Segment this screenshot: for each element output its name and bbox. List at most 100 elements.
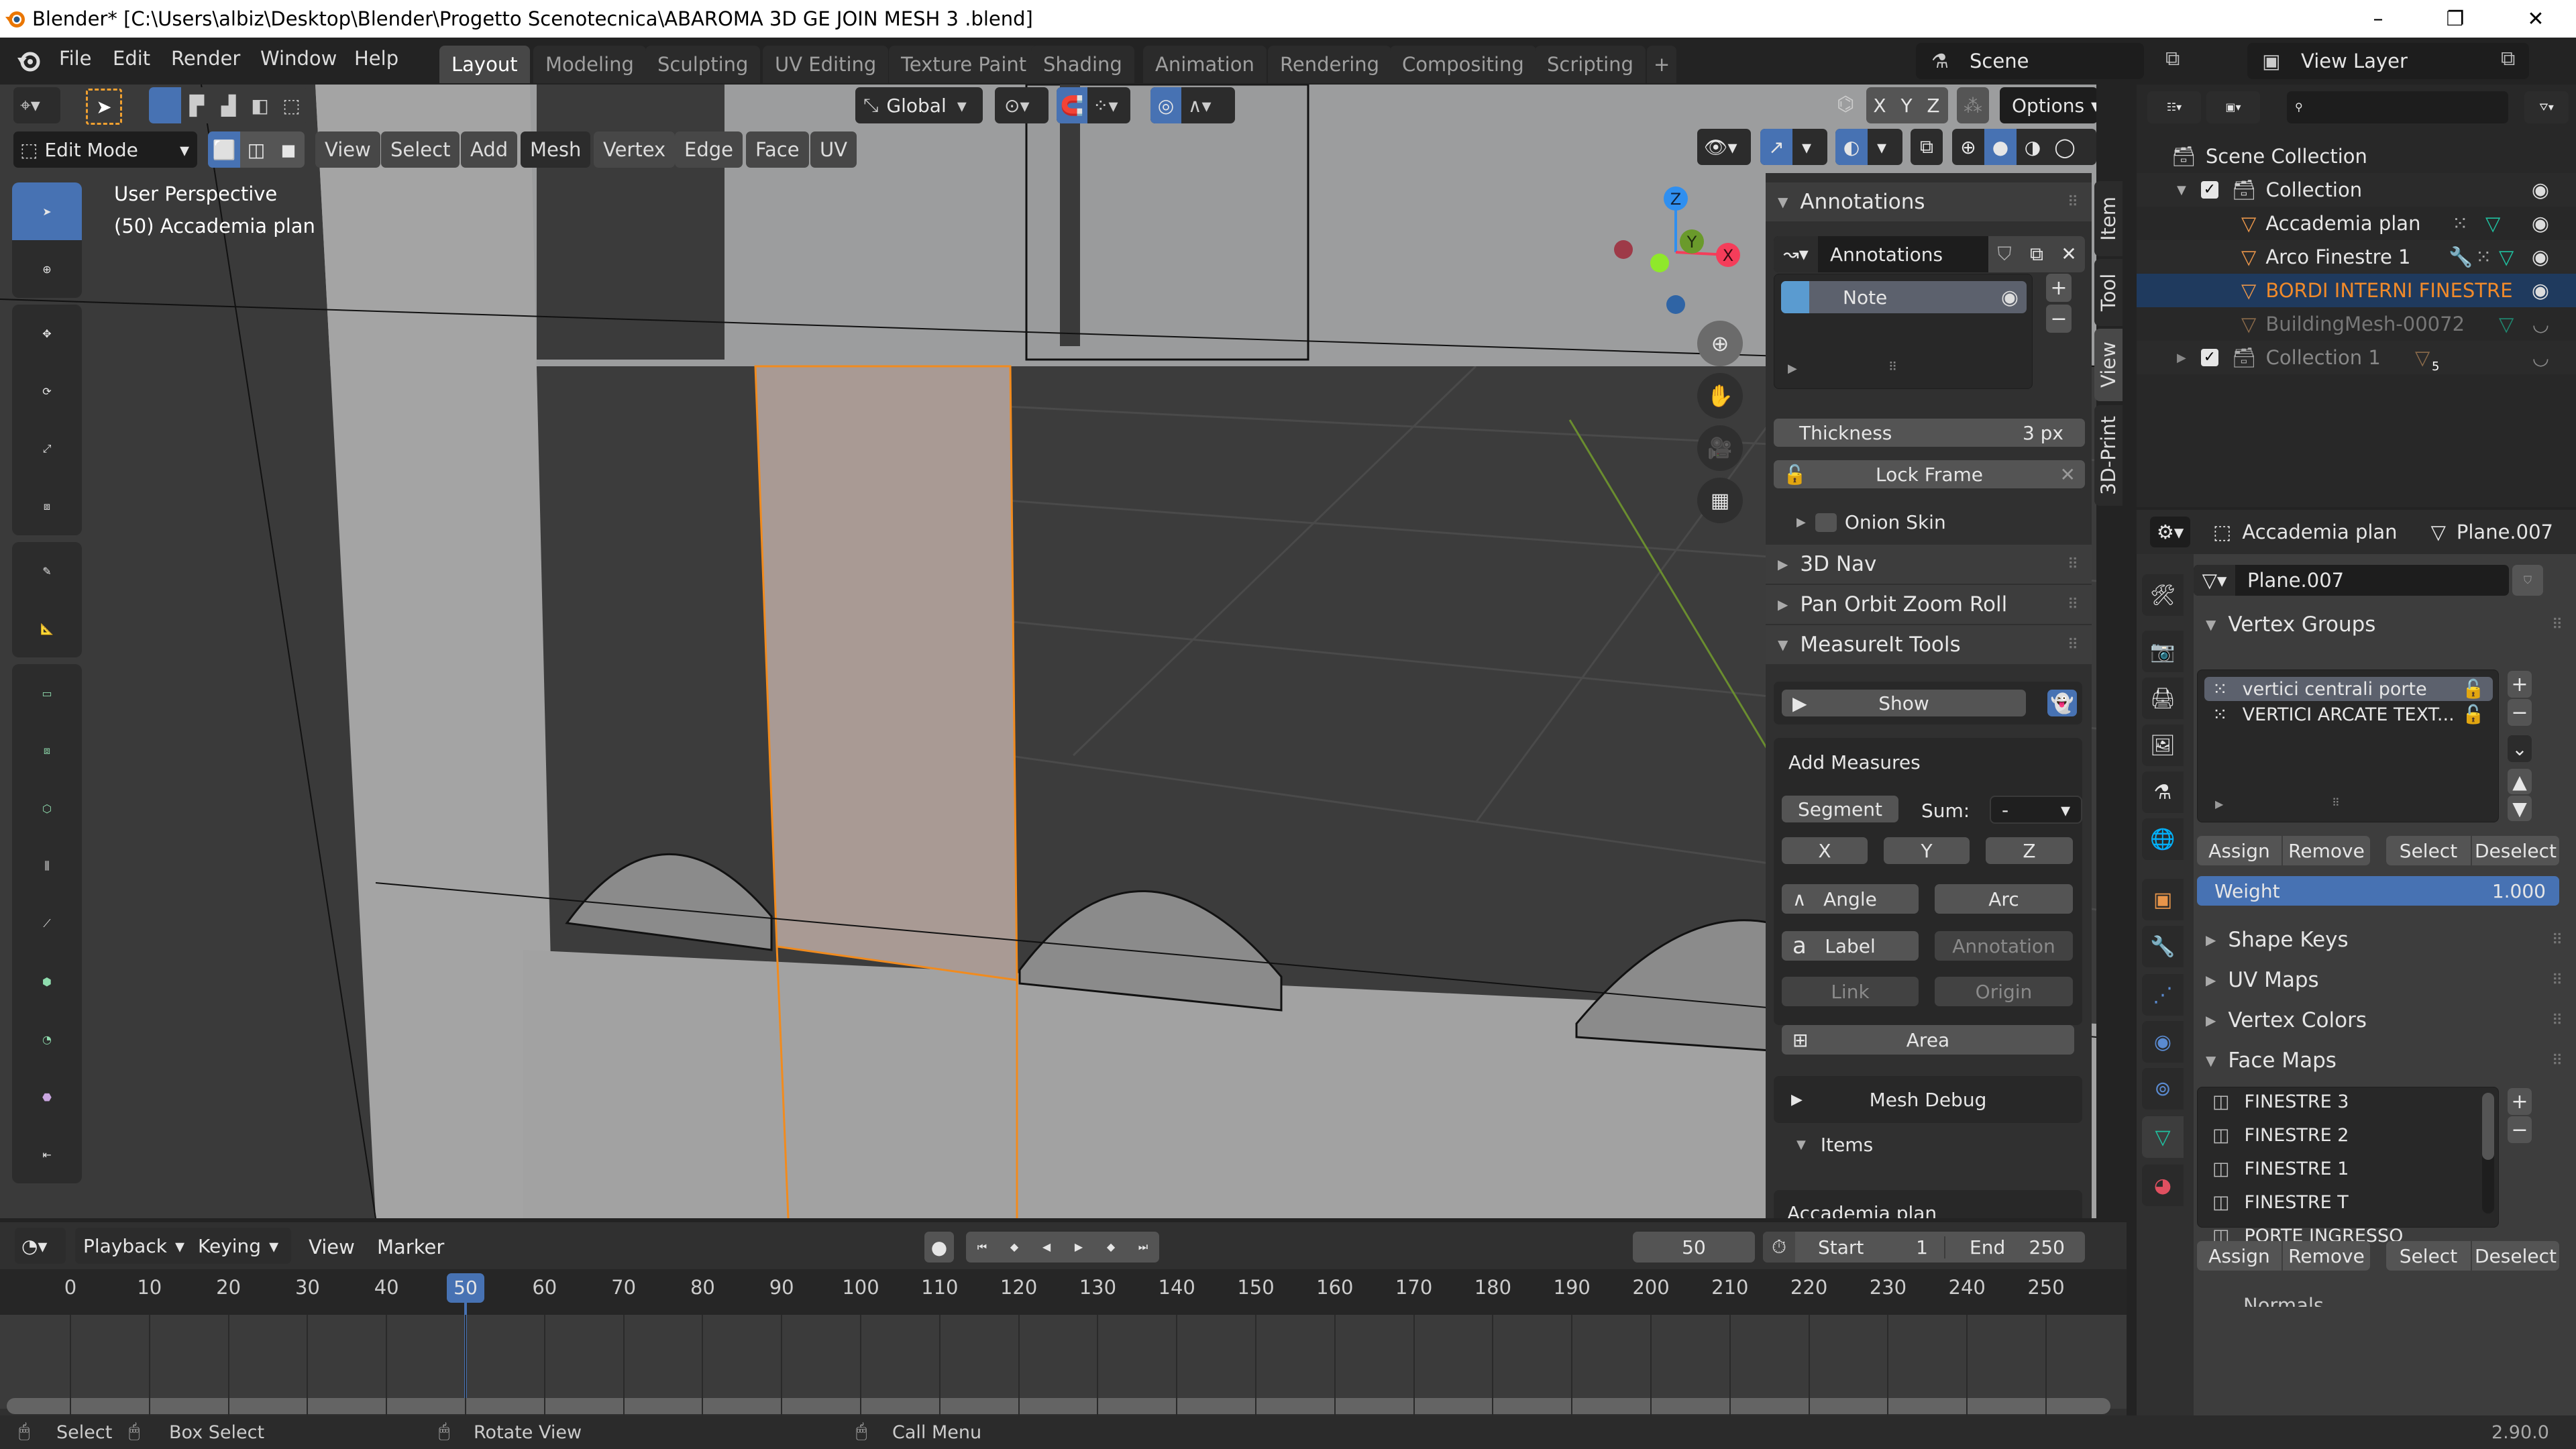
eye-closed-icon[interactable]: ◡ (2532, 346, 2549, 369)
timeline-track-area[interactable] (0, 1315, 2127, 1409)
mirror-y-toggle[interactable]: Y (1893, 95, 1920, 117)
spin-tool-icon[interactable]: ◔ (12, 1010, 82, 1068)
checkbox-icon[interactable]: ✓ (2200, 349, 2218, 366)
measure-y-button[interactable]: Y (1884, 837, 1970, 864)
move-tool-icon[interactable]: ✥ (12, 305, 82, 362)
sum-dropdown[interactable]: - ▾ (1990, 796, 2082, 824)
outliner-search-input[interactable]: ⚲ (2287, 91, 2508, 123)
timeline-editor-type[interactable]: ◔▾ (15, 1228, 66, 1264)
select-box-tool-icon[interactable]: ➤ (12, 182, 82, 240)
npanel-tab-item[interactable]: Item (2094, 181, 2123, 256)
menu-render[interactable]: Render (171, 47, 240, 70)
link-button[interactable]: Link (1782, 977, 1919, 1006)
current-frame-field[interactable]: 50 (1633, 1232, 1755, 1263)
onion-skin-row[interactable]: ▶ Onion Skin (1796, 511, 1946, 533)
topology-mirror-icon[interactable]: ⁂ (1957, 87, 1989, 123)
timeline-scrollbar[interactable] (7, 1398, 2110, 1414)
add-workspace-button[interactable]: + (1647, 46, 1677, 83)
proportional-editing-toggle[interactable]: ◎ ∧▾ (1150, 87, 1235, 123)
bevel-tool-icon[interactable]: ⬡ (12, 780, 82, 837)
menu-playback[interactable]: Playback (75, 1235, 175, 1257)
snap-target-icon[interactable]: ⁘▾ (1093, 95, 1118, 117)
vg-remove-button[interactable]: Remove (2283, 836, 2370, 865)
tab-texture-paint[interactable]: Texture Paint (889, 46, 1039, 83)
outliner-row-accademia-plan[interactable]: ▽ Accademia plan ⁙ ▽ ◉ (2137, 207, 2576, 240)
measure-x-button[interactable]: X (1782, 837, 1868, 864)
rotate-tool-icon[interactable]: ⟳ (12, 362, 82, 420)
view-layer-filter-icon[interactable]: ▣▾ (2206, 91, 2260, 123)
measureit-panel-header[interactable]: ▼ MeasureIt Tools ⠿ (1766, 625, 2092, 664)
outliner-row-collection[interactable]: ▼ ✓ 🗃 Collection ◉ (2137, 173, 2576, 207)
mirror-x-toggle[interactable]: X (1866, 95, 1893, 117)
measure-tool-icon[interactable]: 📐 (12, 600, 82, 657)
world-tab-icon[interactable]: 🌐 (2142, 818, 2184, 860)
move-up-icon[interactable]: ▲ (2508, 769, 2532, 794)
extrude-region-tool-icon[interactable]: ▭ (12, 664, 82, 722)
scene-tab-icon[interactable]: ⚗ (2142, 771, 2184, 813)
physics-tab-icon[interactable]: ◉ (2142, 1021, 2184, 1063)
magnet-icon[interactable]: 🧲 (1057, 87, 1087, 123)
play-icon[interactable]: ▶ (1063, 1232, 1095, 1263)
constraints-tab-icon[interactable]: ⊚ (2142, 1068, 2184, 1110)
checkbox-icon[interactable]: ✓ (2200, 181, 2218, 199)
proportional-icon[interactable]: ◎ (1150, 87, 1181, 123)
view-layer-selector[interactable]: ▣ View Layer (2247, 43, 2529, 79)
drag-grip-icon[interactable]: ⠿ (2552, 932, 2563, 949)
eye-icon[interactable]: ◉ (2001, 286, 2019, 309)
particles-tab-icon[interactable]: ⋰ (2142, 974, 2184, 1016)
add-layer-button[interactable]: + (2046, 274, 2072, 302)
tab-scripting[interactable]: Scripting (1535, 46, 1646, 83)
overlays-icon[interactable]: ◐ (1835, 129, 1868, 165)
render-tab-icon[interactable]: 📷 (2142, 631, 2184, 672)
solid-shading-icon[interactable]: ● (1984, 129, 2017, 165)
pan-view-hand-icon[interactable]: ✋ (1697, 373, 1743, 419)
npanel-tab-tool[interactable]: Tool (2094, 259, 2123, 326)
expand-triangle-icon[interactable]: ▶ (1788, 362, 1797, 376)
vertex-group-row[interactable]: ⁙ VERTICI ARCATE TEXT... 🔓 (2204, 702, 2493, 727)
vertex-select-icon[interactable]: ⬜ (208, 131, 240, 168)
tab-animation[interactable]: Animation (1143, 46, 1267, 83)
blender-menu-icon[interactable] (15, 47, 42, 74)
vertex-groups-header[interactable]: ▼ Vertex Groups ⠿ (2194, 605, 2576, 644)
zoom-view-icon[interactable]: ⊕ (1697, 321, 1743, 366)
loop-cut-tool-icon[interactable]: ⫼ (12, 837, 82, 895)
onion-skin-checkbox[interactable] (1815, 513, 1837, 532)
new-scene-icon[interactable]: ⧉ (2165, 47, 2192, 76)
pivot-point-dropdown[interactable]: ⊙▾ (995, 87, 1049, 123)
viewport-menu-edge[interactable]: Edge (675, 131, 743, 168)
vertex-colors-header[interactable]: ▶ Vertex Colors ⠿ (2194, 1001, 2576, 1040)
tab-modeling[interactable]: Modeling (533, 46, 646, 83)
viewport-menu-add[interactable]: Add (461, 131, 518, 168)
outliner-scene-collection[interactable]: 🗃 Scene Collection (2137, 140, 2576, 173)
visibility-dropdown[interactable]: 👁▾ (1697, 129, 1751, 165)
menu-view[interactable]: View (309, 1236, 355, 1258)
overlays-toggle[interactable]: ◐ ▾ (1835, 129, 1902, 165)
unlock-icon[interactable]: 🔓 (2462, 678, 2485, 700)
mesh-debug-panel[interactable]: ▶ Mesh Debug (1774, 1076, 2082, 1123)
face-map-row[interactable]: ◫ FINESTRE 3 (2204, 1091, 2349, 1112)
expand-triangle-icon[interactable]: ▶ (2215, 798, 2223, 810)
select-mode-subtract-icon[interactable]: ▟ (213, 95, 244, 117)
mesh-data-icon[interactable]: ▽ (2485, 212, 2500, 235)
drag-grip-icon[interactable]: ⠿ (2552, 1012, 2563, 1029)
tool-settings-tab-icon[interactable]: 🛠 (2142, 574, 2184, 616)
drag-grip-icon[interactable]: ⠿ (2068, 194, 2078, 211)
camera-view-icon[interactable]: 🎥 (1697, 425, 1743, 471)
gizmo-neg-y[interactable] (1650, 254, 1669, 272)
show-measures-button[interactable]: ▶ Show (1782, 690, 2026, 716)
navigation-gizmo[interactable]: Z Y X (1597, 174, 1758, 322)
filter-funnel-icon[interactable]: ⛛▾ (2524, 91, 2569, 123)
viewport-menu-vertex[interactable]: Vertex (594, 131, 676, 168)
viewport-menu-view[interactable]: View (315, 131, 380, 168)
tab-shading[interactable]: Shading (1031, 46, 1134, 83)
vg-assign-button[interactable]: Assign (2197, 836, 2282, 865)
eye-icon[interactable]: ◉ (2532, 212, 2549, 235)
panel-3d-nav-header[interactable]: ▶ 3D Nav ⠿ (1766, 545, 2092, 584)
menu-help[interactable]: Help (354, 47, 398, 70)
perspective-toggle-grid-icon[interactable]: ▦ (1697, 478, 1743, 523)
annotation-button[interactable]: Annotation (1935, 931, 2073, 961)
arc-button[interactable]: Arc (1935, 884, 2073, 914)
drag-grip-icon[interactable]: ⠿ (2068, 637, 2078, 653)
menu-file[interactable]: File (59, 47, 92, 70)
eye-closed-icon[interactable]: ◡ (2532, 313, 2549, 335)
